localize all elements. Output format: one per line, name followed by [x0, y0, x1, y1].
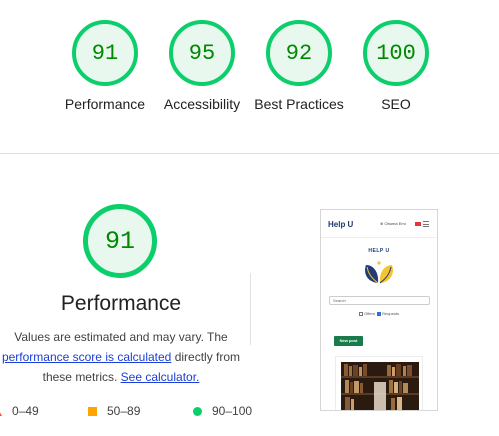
score-value: 91	[91, 40, 119, 66]
section-divider	[0, 153, 499, 154]
legend-pass: 90–100	[193, 404, 252, 418]
circle-icon	[193, 407, 202, 416]
summary-label-seo[interactable]: SEO	[341, 94, 451, 114]
vertical-divider	[250, 273, 251, 345]
thumb-search-input: Search	[329, 296, 430, 305]
hamburger-menu-icon	[423, 221, 429, 227]
square-icon	[88, 407, 97, 416]
summary-gauge-best-practices[interactable]: 92	[266, 20, 332, 86]
leaves-logo-icon	[365, 261, 393, 284]
flag-icon	[415, 222, 421, 226]
checkbox-checked-icon	[377, 311, 382, 316]
legend-range: 90–100	[212, 404, 253, 418]
thumb-new-post-button: New post	[334, 336, 363, 346]
thumb-filters: Offers Requests	[321, 311, 437, 316]
thumb-header: Help U ⊕ Obuma Emi	[321, 210, 437, 238]
summary-label-performance[interactable]: Performance	[50, 94, 160, 114]
triangle-icon	[0, 407, 2, 416]
legend-fail: 0–49	[0, 404, 39, 418]
thumb-post-card	[335, 356, 423, 410]
summary-gauge-seo[interactable]: 100	[363, 20, 429, 86]
summary-gauge-performance[interactable]: 91	[72, 20, 138, 86]
performance-score: 91	[104, 226, 135, 256]
legend-range: 0–49	[12, 404, 39, 418]
thumb-brand: Help U	[328, 220, 354, 229]
summary-label-best-practices[interactable]: Best Practices	[254, 94, 344, 114]
legend-range: 50–89	[107, 404, 141, 418]
checkbox-icon	[359, 311, 364, 316]
score-value: 100	[376, 40, 416, 66]
summary-gauge-accessibility[interactable]: 95	[169, 20, 235, 86]
score-value: 92	[285, 40, 313, 66]
score-value: 95	[188, 40, 216, 66]
thumb-user: ⊕ Obuma Emi	[380, 221, 406, 226]
performance-gauge: 91	[83, 204, 157, 278]
legend-average: 50–89	[88, 404, 140, 418]
bookshelf-photo	[341, 362, 419, 410]
thumb-page-title: HELP U	[368, 248, 390, 254]
summary-label-accessibility[interactable]: Accessibility	[147, 94, 257, 114]
performance-description: Values are estimated and may vary. The p…	[0, 327, 242, 387]
see-calculator-link[interactable]: See calculator.	[121, 370, 200, 384]
thumb-filter-requests: Requests	[382, 311, 399, 316]
desc-text: Values are estimated and may vary. The	[14, 330, 228, 344]
performance-score-link[interactable]: performance score is calculated	[2, 350, 171, 364]
final-screenshot-thumbnail[interactable]: Help U ⊕ Obuma Emi HELP U Search Offers …	[320, 209, 438, 411]
thumb-filter-offers: Offers	[364, 311, 375, 316]
performance-title: Performance	[60, 292, 182, 315]
